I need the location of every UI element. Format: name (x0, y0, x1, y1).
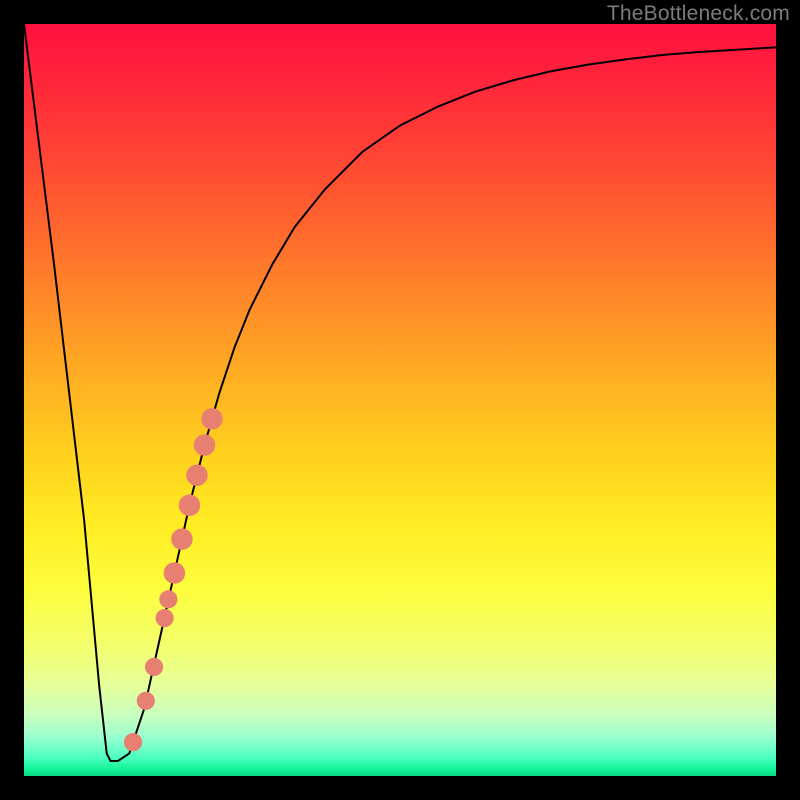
marker-dot (179, 495, 201, 517)
marker-dot (201, 408, 223, 430)
marker-dot (194, 434, 216, 456)
marker-dot (145, 658, 163, 676)
curve-line (24, 24, 776, 761)
marker-dot (137, 692, 155, 710)
marker-dot (171, 528, 193, 550)
chart-frame: TheBottleneck.com (0, 0, 800, 800)
plot-area (24, 24, 776, 776)
highlighted-segment (124, 408, 223, 751)
chart-svg (24, 24, 776, 776)
marker-dot (124, 733, 142, 751)
bottleneck-curve (24, 24, 776, 761)
marker-dot (164, 562, 186, 584)
marker-dot (156, 609, 174, 627)
marker-dot (159, 590, 177, 608)
watermark-text: TheBottleneck.com (607, 2, 790, 26)
marker-dot (186, 464, 208, 486)
